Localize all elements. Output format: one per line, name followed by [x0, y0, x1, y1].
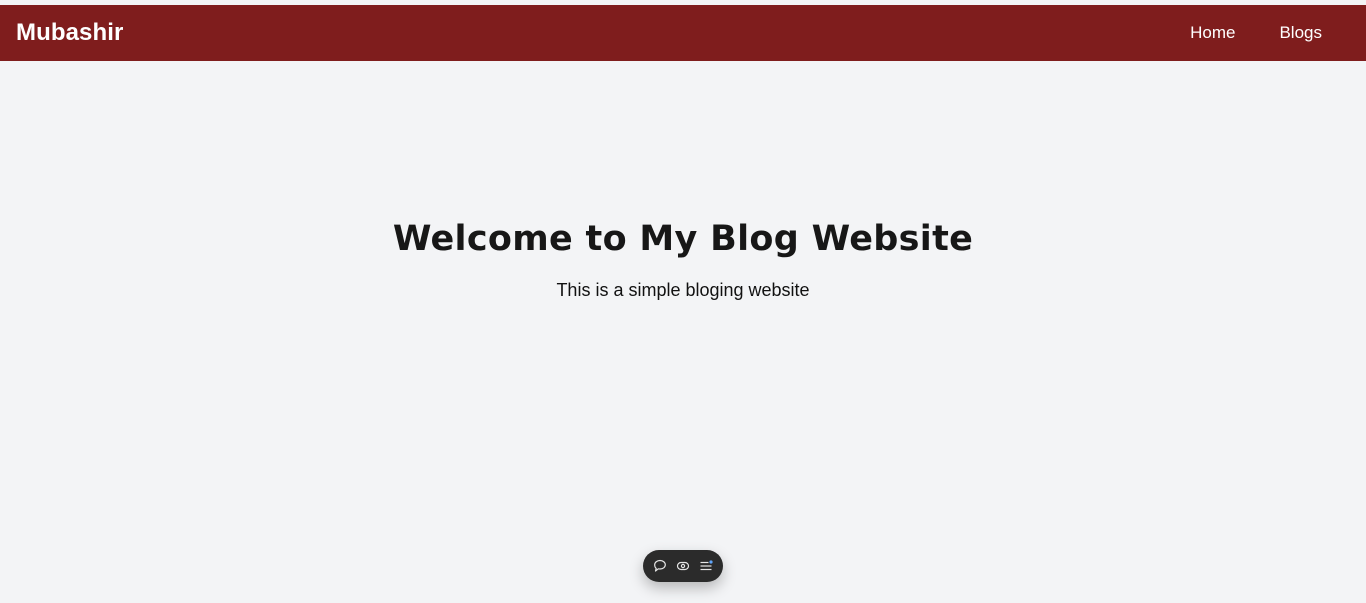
navbar: Mubashir Home Blogs [0, 5, 1366, 61]
hero-subtitle: This is a simple bloging website [556, 280, 810, 300]
brand-logo-text[interactable]: Mubashir [16, 19, 123, 47]
eye-icon [676, 561, 690, 571]
comment-button[interactable] [650, 556, 670, 576]
hero-title: Welcome to My Blog Website [392, 219, 974, 259]
nav-link-blogs[interactable]: Blogs [1279, 23, 1322, 43]
floating-toolbar [643, 550, 723, 582]
list-menu-icon [700, 560, 713, 571]
nav-link-home[interactable]: Home [1190, 23, 1235, 43]
comment-icon [654, 559, 667, 572]
list-button[interactable] [696, 556, 716, 576]
nav-links: Home Blogs [1190, 23, 1322, 43]
preview-button[interactable] [673, 556, 693, 576]
